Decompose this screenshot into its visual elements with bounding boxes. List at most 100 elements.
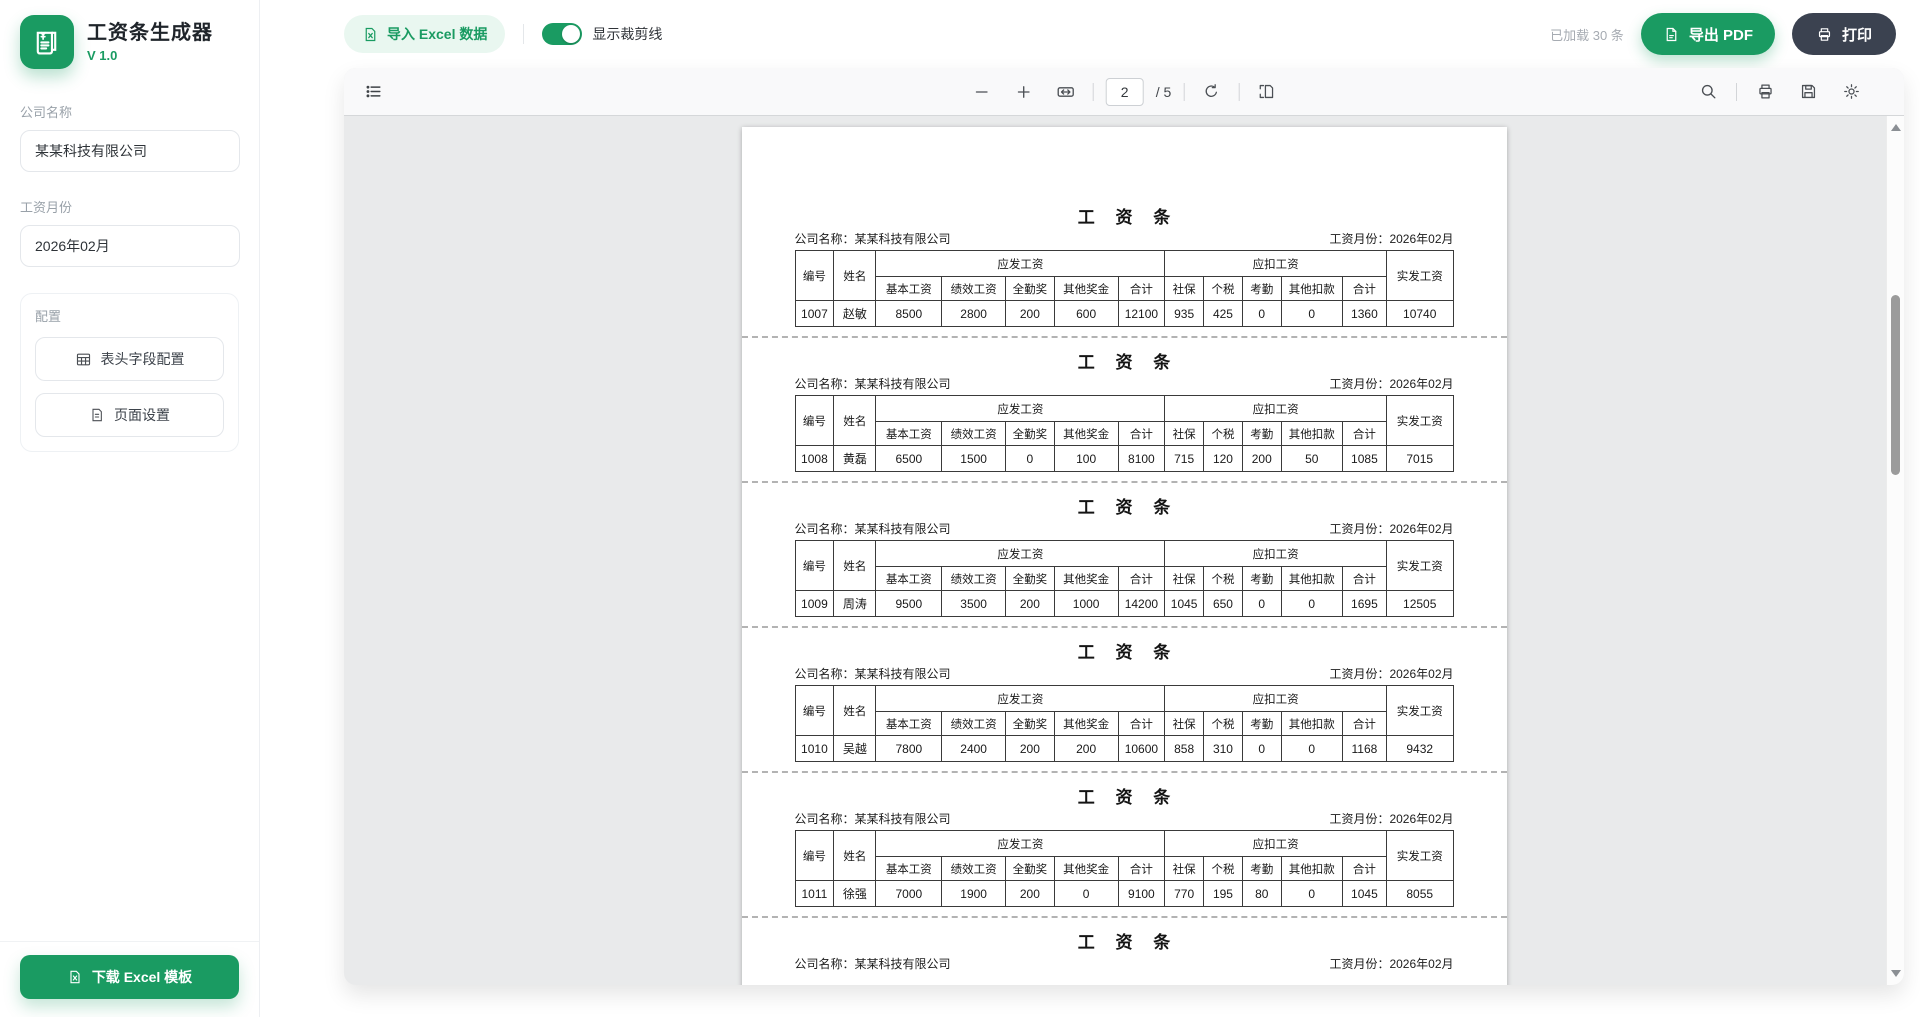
rotate-icon: [1202, 82, 1221, 101]
payslip-data-row: 1007赵敏8500280020060012100935425001360107…: [795, 301, 1453, 327]
page-view-mode-button[interactable]: [1251, 77, 1281, 107]
viewer-scrollbar[interactable]: [1886, 116, 1904, 985]
header-cell-group: 应发工资: [876, 686, 1165, 712]
payslip-table: 编号姓名应发工资应扣工资实发工资基本工资绩效工资全勤奖其他奖金合计社保个税考勤其…: [795, 685, 1454, 762]
page-number-input[interactable]: [1106, 78, 1144, 106]
data-cell: 8100: [1118, 446, 1165, 472]
payslip-data-row: 1011徐强700019002000910077019580010458055: [795, 881, 1453, 907]
header-cell: 合计: [1342, 567, 1386, 591]
page-settings-icon: [89, 407, 105, 423]
payslip-month-line: 工资月份：2026年02月: [1329, 957, 1453, 972]
header-cell: 绩效工资: [942, 277, 1006, 301]
payslip-title: 工 资 条: [795, 642, 1454, 664]
page-settings-button[interactable]: 页面设置: [35, 393, 224, 437]
toolbar-separator: [1093, 83, 1094, 101]
header-cell: 个税: [1204, 712, 1243, 736]
crop-line: [742, 481, 1507, 483]
data-cell: 50: [1281, 446, 1342, 472]
header-cell: 个税: [1204, 422, 1243, 446]
payslip-data-row: 1009周涛9500350020010001420010456500016951…: [795, 591, 1453, 617]
header-cell: 绩效工资: [942, 422, 1006, 446]
pdf-toolbar-center: / 5: [967, 77, 1282, 107]
company-name-input[interactable]: [20, 130, 240, 172]
show-cutline-toggle[interactable]: [542, 23, 582, 45]
data-cell: 0: [1281, 881, 1342, 907]
salary-month-input[interactable]: [20, 225, 240, 267]
data-cell: 1009: [795, 591, 834, 617]
viewer-settings-button[interactable]: [1836, 77, 1866, 107]
scrollbar-thumb[interactable]: [1891, 295, 1900, 475]
header-cell: 全勤奖: [1006, 422, 1055, 446]
print-button[interactable]: 打印: [1792, 13, 1896, 55]
data-cell: 1168: [1342, 736, 1386, 762]
header-cell: 绩效工资: [942, 567, 1006, 591]
payslip-company-line: 公司名称：某某科技有限公司: [795, 377, 951, 392]
data-cell: 9500: [876, 591, 942, 617]
scroll-down-arrow[interactable]: [1891, 970, 1901, 977]
payslip-month-line: 工资月份：2026年02月: [1329, 232, 1453, 247]
scroll-up-arrow[interactable]: [1891, 124, 1901, 131]
data-cell: 0: [1242, 301, 1281, 327]
minus-icon: [973, 83, 991, 101]
header-cell: 基本工资: [876, 422, 942, 446]
header-cell: 合计: [1118, 712, 1165, 736]
data-cell: 周涛: [834, 591, 876, 617]
main-area: 导入 Excel 数据 显示裁剪线 已加载 30 条 导出 PDF: [260, 0, 1920, 1017]
header-cell: 其他扣款: [1281, 857, 1342, 881]
header-cell: 其他扣款: [1281, 712, 1342, 736]
topbar-divider: [523, 24, 524, 44]
pdf-scroll-area[interactable]: 工 资 条公司名称：某某科技有限公司工资月份：2026年02月编号姓名应发工资应…: [344, 116, 1904, 985]
payslip-title: 工 资 条: [795, 932, 1454, 954]
header-cell: 绩效工资: [942, 712, 1006, 736]
header-cell: 实发工资: [1386, 396, 1453, 446]
outline-panel-toggle-button[interactable]: [358, 77, 388, 107]
export-pdf-button[interactable]: 导出 PDF: [1641, 13, 1775, 55]
header-cell: 编号: [795, 831, 834, 881]
payslip-meta: 公司名称：某某科技有限公司工资月份：2026年02月: [795, 957, 1454, 972]
payslip-month-line: 工资月份：2026年02月: [1329, 812, 1453, 827]
rotate-page-button[interactable]: [1196, 77, 1226, 107]
data-cell: 100: [1054, 446, 1118, 472]
excel-import-icon: [362, 26, 379, 43]
save-document-button[interactable]: [1793, 77, 1823, 107]
data-cell: 1360: [1342, 301, 1386, 327]
data-cell: 10740: [1386, 301, 1453, 327]
zoom-out-button[interactable]: [967, 77, 997, 107]
page-total-text: / 5: [1156, 84, 1172, 100]
header-cell: 考勤: [1242, 567, 1281, 591]
import-excel-button[interactable]: 导入 Excel 数据: [344, 15, 505, 53]
pdf-file-icon: [1663, 26, 1680, 43]
export-pdf-label: 导出 PDF: [1689, 24, 1753, 45]
header-cell: 合计: [1342, 277, 1386, 301]
data-cell: 6500: [876, 446, 942, 472]
payslip-company-line: 公司名称：某某科技有限公司: [795, 812, 951, 827]
data-cell: 0: [1006, 446, 1055, 472]
header-cell: 考勤: [1242, 712, 1281, 736]
data-cell: 1000: [1054, 591, 1118, 617]
data-cell: 600: [1054, 301, 1118, 327]
sidebar-footer: 下载 Excel 模板: [0, 941, 259, 1017]
data-cell: 9432: [1386, 736, 1453, 762]
fit-width-button[interactable]: [1051, 77, 1081, 107]
header-cell: 全勤奖: [1006, 567, 1055, 591]
viewer-print-button[interactable]: [1750, 77, 1780, 107]
zoom-in-button[interactable]: [1009, 77, 1039, 107]
data-cell: 0: [1281, 301, 1342, 327]
payslip-month-line: 工资月份：2026年02月: [1329, 377, 1453, 392]
payslip: 工 资 条公司名称：某某科技有限公司工资月份：2026年02月编号姓名应发工资应…: [795, 642, 1454, 773]
header-row-fields: 基本工资绩效工资全勤奖其他奖金合计社保个税考勤其他扣款合计: [795, 567, 1453, 591]
data-cell: 200: [1006, 736, 1055, 762]
header-cell: 实发工资: [1386, 541, 1453, 591]
search-document-button[interactable]: [1693, 77, 1723, 107]
header-row-fields: 基本工资绩效工资全勤奖其他奖金合计社保个税考勤其他扣款合计: [795, 712, 1453, 736]
header-row-groups: 编号姓名应发工资应扣工资实发工资: [795, 396, 1453, 422]
payslip: 工 资 条公司名称：某某科技有限公司工资月份：2026年02月编号姓名应发工资应…: [795, 787, 1454, 918]
header-cell: 实发工资: [1386, 831, 1453, 881]
download-excel-template-button[interactable]: 下载 Excel 模板: [20, 955, 239, 999]
header-fields-config-button[interactable]: 表头字段配置: [35, 337, 224, 381]
payslip-data-row: 1008黄磊6500150001008100715120200501085701…: [795, 446, 1453, 472]
data-cell: 200: [1006, 301, 1055, 327]
save-floppy-icon: [1799, 82, 1818, 101]
data-cell: 14200: [1118, 591, 1165, 617]
header-cell: 合计: [1118, 857, 1165, 881]
